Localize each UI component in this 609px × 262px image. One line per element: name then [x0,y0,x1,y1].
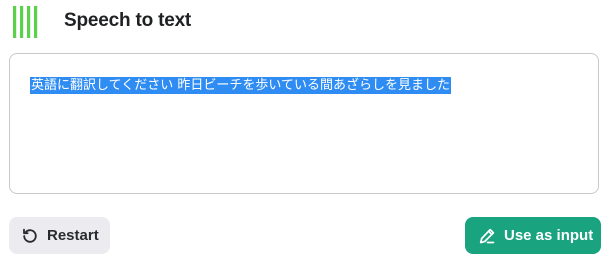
page-title: Speech to text [64,10,192,31]
restart-button[interactable]: Restart [9,217,110,254]
speech-to-text-panel: Speech to text 英語に翻訳してください 昨日ビーチを歩いている間あ… [0,0,609,262]
transcript-text[interactable]: 英語に翻訳してください 昨日ビーチを歩いている間あざらしを見ました [30,77,451,94]
restart-button-label: Restart [47,227,99,244]
use-as-input-button[interactable]: Use as input [465,217,601,254]
audio-bars-logo-icon [11,5,43,39]
pencil-icon [478,227,496,245]
transcript-textarea[interactable]: 英語に翻訳してください 昨日ビーチを歩いている間あざらしを見ました [9,53,599,194]
use-as-input-button-label: Use as input [504,227,594,244]
restart-icon [21,227,39,245]
